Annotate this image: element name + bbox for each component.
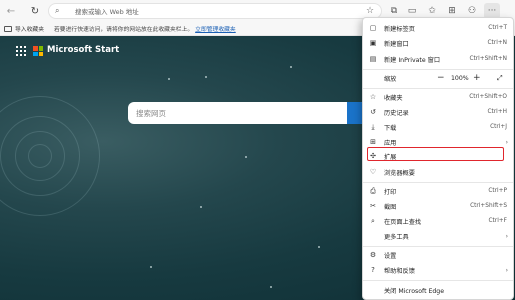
menu-item-shortcut: Ctrl+Shift+N xyxy=(469,56,507,62)
import-favorites-button[interactable]: 导入收藏夹 xyxy=(15,24,44,33)
menu-separator xyxy=(363,280,513,281)
menu-item-label: 新建 InPrivate 窗口 xyxy=(384,56,441,64)
menu-item-zoom: 缩放 − 100% + ⤢ xyxy=(363,71,513,85)
menu-item-screenshot[interactable]: ✂ 截图 Ctrl+Shift+S xyxy=(363,199,513,213)
app-launcher-icon[interactable] xyxy=(16,46,26,56)
menu-item-label: 设置 xyxy=(384,252,397,260)
water-sparkle xyxy=(318,246,320,248)
water-sparkle xyxy=(270,286,272,288)
menu-item-shortcut: Ctrl+T xyxy=(488,25,507,31)
extensions-highlight-box xyxy=(367,147,504,161)
chevron-right-icon: › xyxy=(505,232,508,240)
water-sparkle xyxy=(290,66,292,68)
favorites-hint: 若要进行快速访问，请将你的网站放在此收藏夹栏上。 xyxy=(54,27,194,33)
screenshot-icon: ✂ xyxy=(370,202,376,210)
settings-icon: ⚙ xyxy=(369,251,377,259)
find-icon: ⌕ xyxy=(371,216,375,225)
menu-item-label: 浏览器概要 xyxy=(384,169,415,177)
logo-square-yellow xyxy=(38,51,43,56)
menu-item-label: 关闭 Microsoft Edge xyxy=(384,287,445,295)
fullscreen-icon[interactable]: ⤢ xyxy=(497,74,503,83)
download-icon: ⤓ xyxy=(371,122,375,131)
manage-favorites-link[interactable]: 立即管理收藏夹 xyxy=(195,24,236,33)
menu-item-label: 帮助和反馈 xyxy=(384,267,415,275)
menu-item-favorites[interactable]: ☆ 收藏夹 Ctrl+Shift+O xyxy=(363,90,513,104)
menu-item-new-window[interactable]: ▣ 新建窗口 Ctrl+N xyxy=(363,36,513,50)
brand-title: Microsoft Start xyxy=(47,45,120,55)
menu-item-new-inprivate[interactable]: ▤ 新建 InPrivate 窗口 Ctrl+Shift+N xyxy=(363,52,513,66)
menu-item-shortcut: Ctrl+P xyxy=(488,188,507,194)
menu-item-label: 打印 xyxy=(384,188,397,196)
chevron-right-icon: › xyxy=(505,266,508,274)
zoom-in-button[interactable]: + xyxy=(473,73,481,83)
browser-essentials-icon: ♡ xyxy=(369,168,377,176)
address-placeholder: 搜索或输入 Web 地址 xyxy=(75,8,139,16)
menu-item-shortcut: Ctrl+N xyxy=(487,40,507,46)
menu-item-shortcut: Ctrl+H xyxy=(487,109,507,115)
print-icon: ⎙ xyxy=(370,186,376,195)
menu-item-downloads[interactable]: ⤓ 下载 Ctrl+J xyxy=(363,120,513,134)
water-sparkle xyxy=(150,266,152,268)
menu-separator xyxy=(363,69,513,70)
logo-square-blue xyxy=(33,51,38,56)
menu-item-find-on-page[interactable]: ⌕ 在页面上查找 Ctrl+F xyxy=(363,214,513,228)
menu-item-label: 新建标签页 xyxy=(384,25,415,33)
menu-item-browser-essentials[interactable]: ♡ 浏览器概要 xyxy=(363,165,513,179)
chevron-right-icon: › xyxy=(505,138,508,146)
water-sparkle xyxy=(205,76,207,78)
logo-square-green xyxy=(38,46,43,51)
microsoft-logo-icon xyxy=(33,46,43,56)
menu-item-label: 下载 xyxy=(384,124,397,132)
menu-separator xyxy=(363,182,513,183)
new-window-icon: ▣ xyxy=(369,39,377,47)
menu-item-label: 截图 xyxy=(384,203,397,211)
import-folder-icon xyxy=(4,25,12,32)
menu-item-label: 缩放 xyxy=(384,75,397,83)
menu-item-shortcut: Ctrl+F xyxy=(488,218,507,224)
menu-item-close-edge[interactable]: 关闭 Microsoft Edge xyxy=(363,283,513,297)
water-sparkle xyxy=(200,206,202,208)
water-sparkle xyxy=(168,78,170,80)
address-bar[interactable]: ⌕ 搜索或输入 Web 地址 xyxy=(48,3,382,19)
menu-separator xyxy=(363,88,513,89)
zoom-out-button[interactable]: − xyxy=(437,73,445,83)
menu-item-new-tab[interactable]: ▢ 新建标签页 Ctrl+T xyxy=(363,21,513,35)
menu-item-label: 在页面上查找 xyxy=(384,218,422,226)
inprivate-icon: ▤ xyxy=(369,55,377,63)
menu-item-shortcut: Ctrl+Shift+S xyxy=(470,203,507,209)
menu-item-shortcut: Ctrl+Shift+O xyxy=(469,94,507,100)
logo-square-red xyxy=(33,46,38,51)
help-icon: ? xyxy=(371,266,375,274)
zoom-value: 100% xyxy=(451,74,469,82)
search-placeholder: 搜索网页 xyxy=(136,108,166,118)
menu-item-label: 收藏夹 xyxy=(384,94,403,102)
menu-item-help-feedback[interactable]: ? 帮助和反馈 › xyxy=(363,263,513,277)
menu-item-more-tools[interactable]: 更多工具 › xyxy=(363,229,513,243)
water-sparkle xyxy=(245,156,247,158)
search-icon: ⌕ xyxy=(55,6,60,15)
menu-item-label: 新建窗口 xyxy=(384,40,409,48)
history-icon: ↺ xyxy=(370,108,376,116)
menu-item-print[interactable]: ⎙ 打印 Ctrl+P xyxy=(363,184,513,198)
menu-item-label: 应用 xyxy=(384,139,397,147)
new-tab-icon: ▢ xyxy=(369,24,377,32)
favorites-icon: ☆ xyxy=(369,93,377,101)
menu-item-history[interactable]: ↺ 历史记录 Ctrl+H xyxy=(363,105,513,119)
menu-item-shortcut: Ctrl+J xyxy=(490,124,507,130)
apps-icon: ⊞ xyxy=(370,138,376,146)
background-ripple xyxy=(28,144,52,168)
web-search-input[interactable]: 搜索网页 xyxy=(128,102,368,124)
menu-item-settings[interactable]: ⚙ 设置 xyxy=(363,248,513,262)
menu-separator xyxy=(363,246,513,247)
menu-item-label: 更多工具 xyxy=(384,233,409,241)
menu-item-label: 历史记录 xyxy=(384,109,409,117)
refresh-button[interactable]: ↻ xyxy=(28,4,42,18)
back-button[interactable]: ← xyxy=(4,4,18,18)
